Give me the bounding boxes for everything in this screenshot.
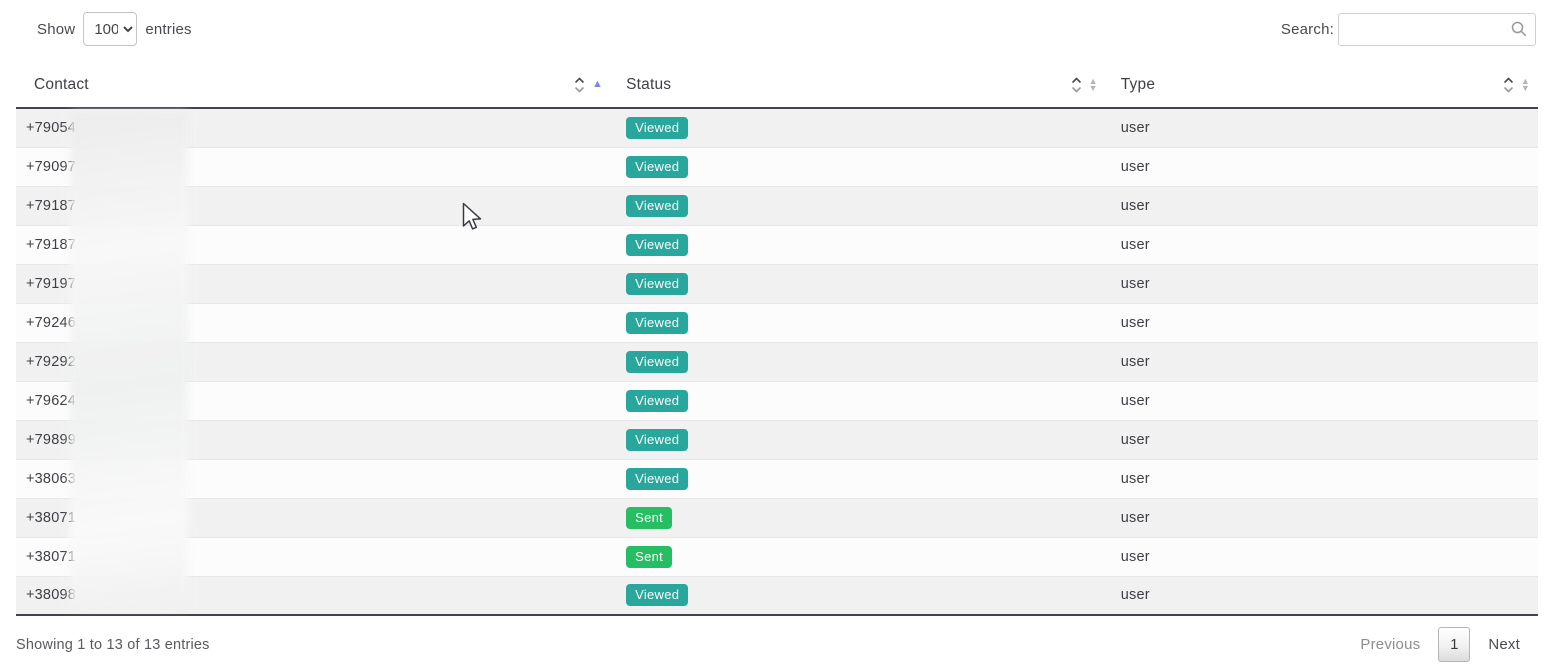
type-cell: user xyxy=(1106,420,1538,459)
status-badge: Sent xyxy=(626,507,672,529)
status-cell: Viewed xyxy=(611,186,1106,225)
status-cell: Viewed xyxy=(611,576,1106,615)
type-cell: user xyxy=(1106,459,1538,498)
search-input[interactable] xyxy=(1338,13,1536,46)
status-cell: Viewed xyxy=(611,342,1106,381)
status-badge: Viewed xyxy=(626,312,688,334)
status-badge: Sent xyxy=(626,546,672,568)
table-row: +38063Vieweduser xyxy=(16,459,1538,498)
entries-length-control: Show 100 entries xyxy=(37,12,192,46)
type-cell: user xyxy=(1106,108,1538,147)
status-badge: Viewed xyxy=(626,390,688,412)
search-label: Search: xyxy=(1281,21,1334,38)
status-badge: Viewed xyxy=(626,429,688,451)
type-cell: user xyxy=(1106,186,1538,225)
type-cell: user xyxy=(1106,537,1538,576)
table-footer: Showing 1 to 13 of 13 entries Previous 1… xyxy=(16,616,1538,662)
type-cell: user xyxy=(1106,303,1538,342)
status-cell: Viewed xyxy=(611,303,1106,342)
search-box xyxy=(1338,13,1536,46)
status-cell: Viewed xyxy=(611,420,1106,459)
data-table: Contact ▲ Status xyxy=(16,62,1538,616)
table-row: +79292Vieweduser xyxy=(16,342,1538,381)
table-row: +79054Vieweduser xyxy=(16,108,1538,147)
entries-select[interactable]: 100 xyxy=(83,12,137,46)
type-cell: user xyxy=(1106,264,1538,303)
redaction-blur xyxy=(70,112,188,608)
next-button[interactable]: Next xyxy=(1484,630,1524,659)
status-cell: Viewed xyxy=(611,225,1106,264)
table-info: Showing 1 to 13 of 13 entries xyxy=(16,637,210,653)
column-header-status[interactable]: Status ▲ ▼ xyxy=(611,62,1106,108)
table-row: +79624Vieweduser xyxy=(16,381,1538,420)
pagination: Previous 1 Next xyxy=(1356,627,1538,662)
page-button-1[interactable]: 1 xyxy=(1438,627,1470,662)
status-badge: Viewed xyxy=(626,584,688,606)
status-cell: Viewed xyxy=(611,147,1106,186)
status-cell: Viewed xyxy=(611,381,1106,420)
sort-both-icon: ▲ ▼ xyxy=(1089,78,1098,92)
table-row: +38071Sentuser xyxy=(16,498,1538,537)
header-row: Contact ▲ Status xyxy=(16,62,1538,108)
column-header-contact[interactable]: Contact ▲ xyxy=(16,62,611,108)
sort-chevrons-icon xyxy=(574,76,585,94)
column-header-type[interactable]: Type ▲ ▼ xyxy=(1106,62,1538,108)
table-row: +79097Vieweduser xyxy=(16,147,1538,186)
previous-button[interactable]: Previous xyxy=(1356,630,1424,659)
table-controls: Show 100 entries Search: xyxy=(0,0,1554,50)
table-row: +79187Vieweduser xyxy=(16,225,1538,264)
search-control: Search: xyxy=(1281,13,1536,46)
table-row: +79197Vieweduser xyxy=(16,264,1538,303)
column-label: Type xyxy=(1121,76,1155,93)
sort-chevrons-icon xyxy=(1071,76,1082,94)
column-label: Status xyxy=(626,76,671,93)
mouse-cursor xyxy=(462,202,488,234)
status-badge: Viewed xyxy=(626,195,688,217)
status-badge: Viewed xyxy=(626,273,688,295)
status-cell: Viewed xyxy=(611,108,1106,147)
status-cell: Sent xyxy=(611,537,1106,576)
type-cell: user xyxy=(1106,498,1538,537)
table-row: +38071Sentuser xyxy=(16,537,1538,576)
sort-asc-active-icon: ▲ xyxy=(592,79,603,90)
sort-both-icon: ▲ ▼ xyxy=(1521,78,1530,92)
table-row: +79187Vieweduser xyxy=(16,186,1538,225)
sort-chevrons-icon xyxy=(1503,76,1514,94)
status-badge: Viewed xyxy=(626,234,688,256)
datatable-page: Show 100 entries Search: Contact xyxy=(0,0,1554,672)
status-cell: Viewed xyxy=(611,264,1106,303)
search-icon xyxy=(1511,21,1527,37)
type-cell: user xyxy=(1106,147,1538,186)
status-cell: Sent xyxy=(611,498,1106,537)
type-cell: user xyxy=(1106,225,1538,264)
type-cell: user xyxy=(1106,342,1538,381)
status-badge: Viewed xyxy=(626,351,688,373)
type-cell: user xyxy=(1106,381,1538,420)
entries-label: entries xyxy=(145,21,191,38)
show-label: Show xyxy=(37,21,75,38)
table-row: +38098Vieweduser xyxy=(16,576,1538,615)
status-badge: Viewed xyxy=(626,156,688,178)
column-label: Contact xyxy=(34,76,89,93)
status-badge: Viewed xyxy=(626,468,688,490)
table-row: +79246Vieweduser xyxy=(16,303,1538,342)
status-cell: Viewed xyxy=(611,459,1106,498)
table-body: +79054Vieweduser+79097Vieweduser+79187Vi… xyxy=(16,108,1538,615)
type-cell: user xyxy=(1106,576,1538,615)
table-row: +79899Vieweduser xyxy=(16,420,1538,459)
status-badge: Viewed xyxy=(626,117,688,139)
